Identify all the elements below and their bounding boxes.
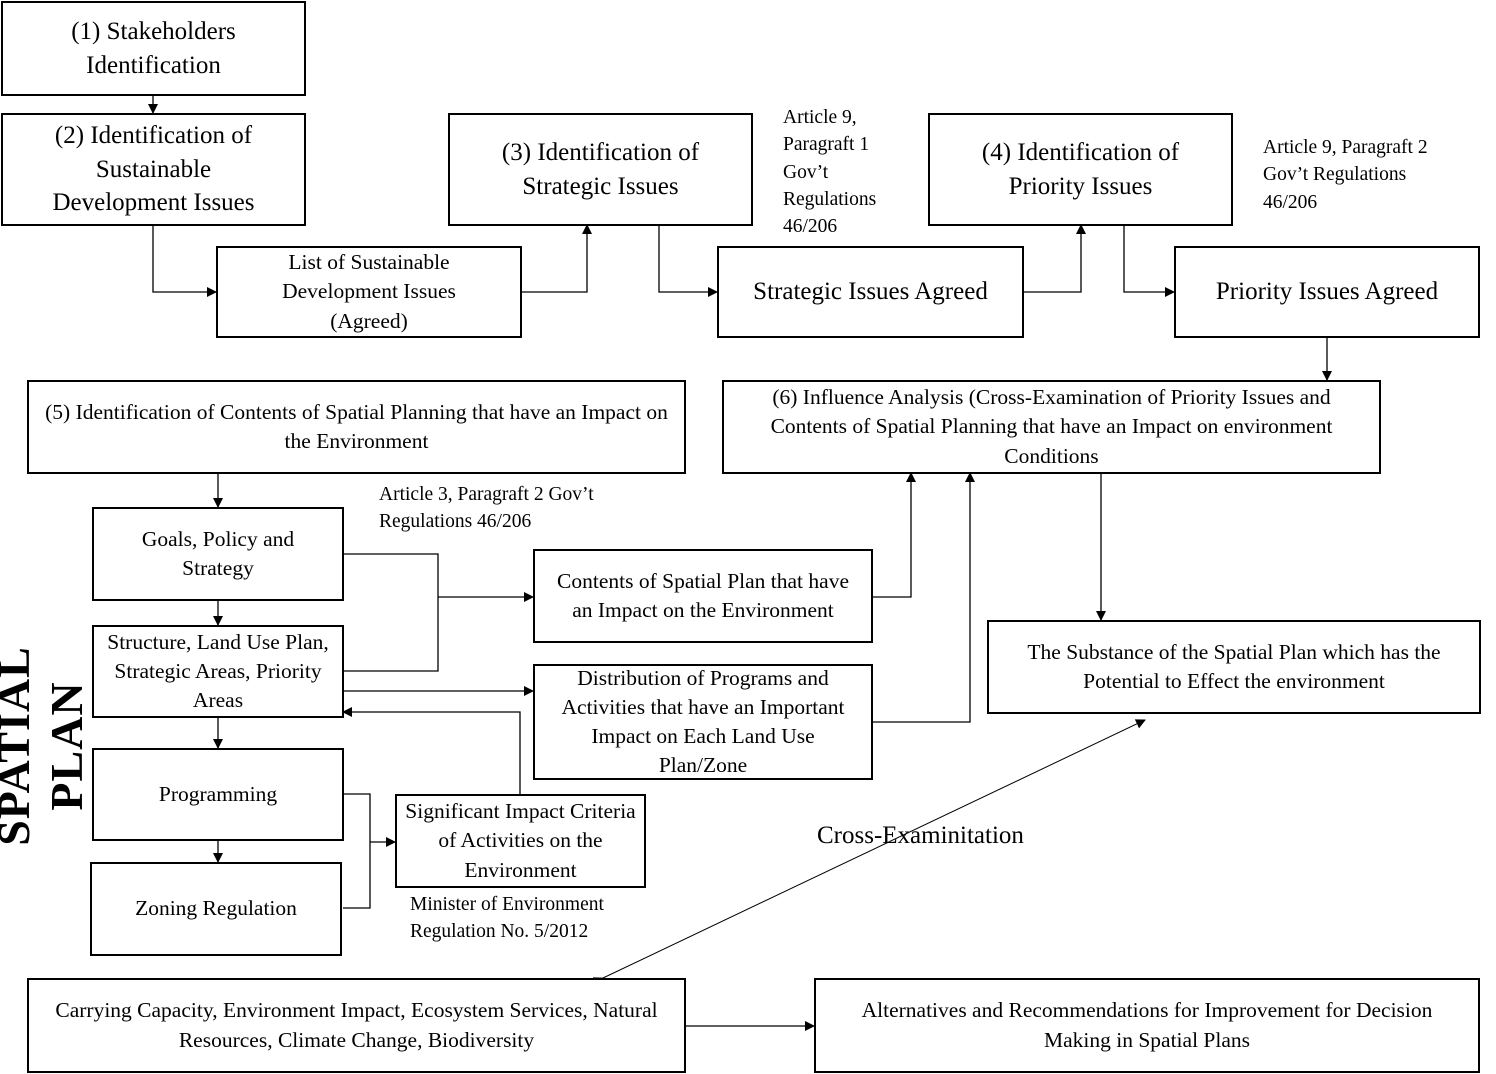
box-priority-agreed: Priority Issues Agreed — [1174, 246, 1480, 338]
box-text: Structure, Land Use Plan, Strategic Area… — [107, 629, 329, 712]
box-text: Significant Impact Criteria of Activitie… — [405, 799, 636, 882]
bracket-goals-structure — [343, 553, 439, 672]
arrow-4-agreed — [1123, 225, 1175, 297]
box-list-sustainable: List of Sustainable Development Issues (… — [216, 246, 522, 338]
box-contents-plan: Contents of Spatial Plan that have an Im… — [533, 549, 873, 643]
box-carrying-capacity: Carrying Capacity, Environment Impact, E… — [27, 978, 686, 1073]
arrow-3-agreed — [658, 225, 718, 297]
box-text: List of Sustainable Development Issues (… — [282, 250, 456, 333]
box-zoning: Zoning Regulation — [90, 862, 342, 956]
box-text: (6) Influence Analysis (Cross-Examinatio… — [770, 385, 1333, 468]
box-text: (5) Identification of Contents of Spatia… — [45, 399, 668, 453]
box-priority-issues: (4) Identification of Priority Issues — [928, 113, 1233, 226]
box-text: (3) Identification of Strategic Issues — [501, 138, 700, 200]
note-article9-p2: Article 9, Paragraft 2 Gov’t Regulations… — [1263, 137, 1428, 213]
note-article9-p1: Article 9, Paragraft 1 Gov’t Regulations… — [783, 107, 877, 238]
box-distribution: Distribution of Programs and Activities … — [533, 664, 873, 780]
box-contents-identification: (5) Identification of Contents of Spatia… — [27, 380, 686, 474]
box-substance: The Substance of the Spatial Plan which … — [987, 620, 1481, 714]
box-text: The Substance of the Spatial Plan which … — [1027, 639, 1441, 693]
box-text: Zoning Regulation — [135, 896, 297, 921]
arrow-agreed-4 — [1023, 224, 1086, 293]
box-text: (2) Identification of Sustainable Develo… — [52, 121, 255, 217]
spatial-plan-label: SPATIAL PLAN — [0, 646, 92, 846]
box-text: Goals, Policy and Strategy — [141, 526, 295, 580]
box-text: Carrying Capacity, Environment Impact, E… — [55, 998, 658, 1052]
box-text: Programming — [158, 781, 278, 806]
box-text: Distribution of Programs and Activities … — [561, 665, 845, 778]
box-sustainable-issues: (2) Identification of Sustainable Develo… — [1, 113, 306, 226]
box-text: Contents of Spatial Plan that have an Im… — [557, 568, 849, 622]
box-strategic-agreed: Strategic Issues Agreed — [717, 246, 1024, 338]
box-structure: Structure, Land Use Plan, Strategic Area… — [92, 625, 344, 718]
arrow-significant-structure — [342, 707, 521, 794]
box-text: (4) Identification of Priority Issues — [981, 138, 1180, 200]
arrow-2-list — [152, 225, 217, 297]
box-strategic-issues: (3) Identification of Strategic Issues — [448, 113, 753, 226]
box-text: Priority Issues Agreed — [1215, 278, 1439, 306]
box-influence-analysis: (6) Influence Analysis (Cross-Examinatio… — [722, 380, 1381, 474]
diagram-canvas: (1) Stakeholders Identification (2) Iden… — [0, 0, 1496, 1074]
cross-examination-label: Cross-Examinitation — [817, 822, 1024, 849]
box-text: Alternatives and Recommendations for Imp… — [861, 998, 1433, 1052]
box-alternatives: Alternatives and Recommendations for Imp… — [814, 978, 1480, 1073]
box-goals: Goals, Policy and Strategy — [92, 507, 344, 601]
arrow-contents-6 — [872, 472, 916, 598]
box-text: Strategic Issues Agreed — [753, 278, 988, 306]
box-stakeholders: (1) Stakeholders Identification — [1, 1, 306, 96]
box-significant-impact: Significant Impact Criteria of Activitie… — [395, 794, 646, 888]
note-minister-regulation: Minister of Environment Regulation No. 5… — [410, 894, 604, 943]
bracket-programming-zoning — [343, 793, 371, 909]
box-text: (1) Stakeholders Identification — [71, 17, 236, 79]
box-programming: Programming — [92, 748, 344, 841]
arrow-list-3 — [521, 224, 592, 293]
note-article3-p2: Article 3, Paragraft 2 Gov’t Regulations… — [379, 484, 594, 533]
